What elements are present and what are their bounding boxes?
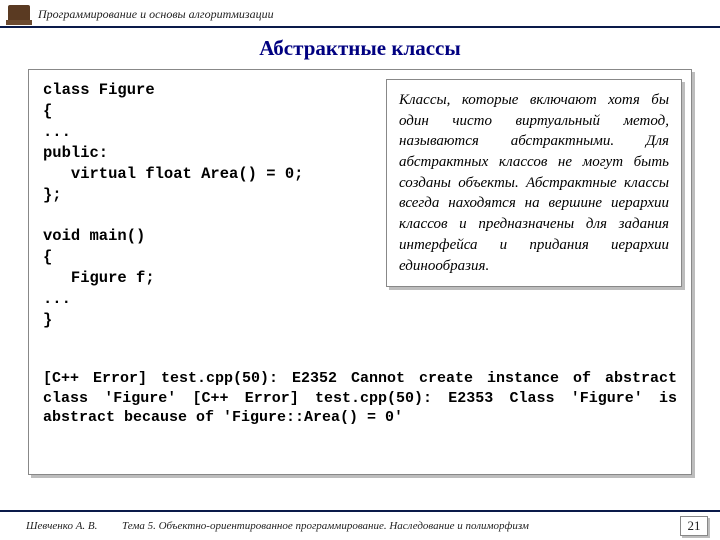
- author-label: Шевченко А. В.: [26, 520, 122, 532]
- course-title: Программирование и основы алгоритмизации: [38, 7, 274, 22]
- topic-label: Тема 5. Объектно-ориентированное програм…: [122, 520, 680, 532]
- slide-footer: Шевченко А. В. Тема 5. Объектно-ориентир…: [0, 510, 720, 540]
- page-number: 21: [680, 516, 708, 536]
- content-area: class Figure { ... public: virtual float…: [28, 69, 692, 489]
- page-title: Абстрактные классы: [0, 36, 720, 61]
- definition-text: Классы, которые включают хотя бы один чи…: [399, 90, 669, 276]
- slide-header: Программирование и основы алгоритмизации: [0, 0, 720, 28]
- compiler-errors: [C++ Error] test.cpp(50): E2352 Cannot c…: [43, 369, 677, 428]
- logo-icon: [8, 5, 30, 25]
- slide: Программирование и основы алгоритмизации…: [0, 0, 720, 540]
- definition-card: Классы, которые включают хотя бы один чи…: [386, 79, 682, 287]
